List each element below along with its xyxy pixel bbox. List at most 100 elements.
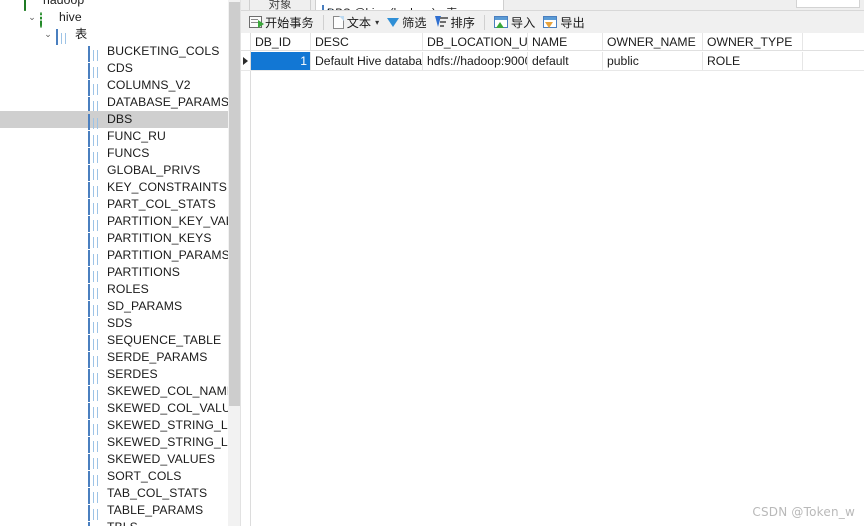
- database-client-window: hadoop ⌄ hive ⌄ 表 BUCKETING_COLS CDS COLUMNS_V2…: [0, 0, 864, 526]
- toolbar-button-label: 筛选: [402, 16, 427, 30]
- column-header-name[interactable]: NAME: [528, 33, 603, 50]
- tree-item--[interactable]: ⌄ 表: [0, 26, 229, 45]
- chevron-down-icon[interactable]: ⌄: [40, 26, 56, 43]
- tree-item-sort-cols[interactable]: SORT_COLS: [0, 468, 229, 487]
- tree-item-serdes[interactable]: SERDES: [0, 366, 229, 385]
- tree-item-label: SERDE_PARAMS: [107, 350, 208, 364]
- tree-item-label: ROLES: [107, 282, 149, 296]
- tree-item-label: TAB_COL_STATS: [107, 486, 208, 500]
- sidebar-vertical-scrollbar-thumb[interactable]: [229, 2, 240, 406]
- tree-item-label: KEY_CONSTRAINTS: [107, 180, 228, 194]
- tree-item-bucketing-cols[interactable]: BUCKETING_COLS: [0, 43, 229, 62]
- tree-item-label: PART_COL_STATS: [107, 197, 216, 211]
- text-document-icon: [332, 15, 344, 29]
- cell-db_location_uri[interactable]: hdfs://hadoop:9000/user/hive/warehouse: [423, 52, 528, 70]
- tree-item-label: hive: [59, 10, 82, 24]
- table-icon: [88, 62, 102, 79]
- table-icon: [88, 436, 102, 453]
- column-header-owner_type[interactable]: OWNER_TYPE: [703, 33, 803, 50]
- transaction-icon: [249, 16, 264, 28]
- tree-item-partition-params[interactable]: PARTITION_PARAMS: [0, 247, 230, 266]
- tree-item-tab-col-stats[interactable]: TAB_COL_STATS: [0, 485, 229, 504]
- table-icon: [88, 147, 102, 164]
- tree-item-funcs[interactable]: FUNCS: [0, 145, 229, 164]
- cell-desc[interactable]: Default Hive database: [311, 52, 423, 70]
- toolbar-button-text-document[interactable]: 文本 ▾: [329, 12, 383, 32]
- tree-item-hive[interactable]: ⌄ hive: [0, 9, 229, 28]
- column-header-owner_name[interactable]: OWNER_NAME: [603, 33, 703, 50]
- table-icon: [88, 266, 102, 283]
- column-header-db_id[interactable]: DB_ID: [251, 33, 311, 50]
- tree-item-table-params[interactable]: TABLE_PARAMS: [0, 502, 229, 521]
- chevron-down-icon[interactable]: ▾: [375, 18, 379, 27]
- tree-item-skewed-col-value-loc-map[interactable]: SKEWED_COL_VALUE_LOC_MAP: [0, 400, 241, 419]
- tree-item-label: SEQUENCE_TABLE: [107, 333, 222, 347]
- grid-row-separator: [241, 70, 864, 71]
- column-header-desc[interactable]: DESC: [311, 33, 423, 50]
- tree-item-label: PARTITION_PARAMS: [107, 248, 230, 262]
- tree-item-tbls[interactable]: TBLS: [0, 519, 229, 526]
- toolbar-button-sort[interactable]: 排序: [431, 12, 479, 32]
- cell-db_id[interactable]: 1: [251, 52, 311, 70]
- watermark: CSDN @Token_w: [752, 505, 855, 519]
- tree-item-sd-params[interactable]: SD_PARAMS: [0, 298, 229, 317]
- tree-item-label: FUNC_RU: [107, 129, 166, 143]
- grid-toolbar: 开始事务 文本 ▾ 筛选 排序 导入 导出: [241, 11, 864, 39]
- cell-owner_name[interactable]: public: [603, 52, 703, 70]
- table-icon: [88, 79, 102, 96]
- tab-strip-right-box[interactable]: [796, 0, 860, 8]
- tree-item-hadoop[interactable]: hadoop: [0, 0, 229, 11]
- toolbar-button-filter-funnel[interactable]: 筛选: [383, 12, 430, 39]
- cell-owner_type[interactable]: ROLE: [703, 52, 803, 70]
- table-icon: [88, 113, 102, 130]
- toolbar-button-transaction[interactable]: 开始事务: [245, 12, 318, 32]
- table-icon: [88, 130, 102, 147]
- toolbar-button-label: 开始事务: [265, 16, 314, 30]
- table-icon: [88, 317, 102, 334]
- toolbar-separator: [483, 14, 485, 30]
- tree-item-skewed-string-list-values[interactable]: SKEWED_STRING_LIST_VALUES: [0, 434, 241, 453]
- chevron-down-icon[interactable]: ⌄: [24, 9, 40, 26]
- tree-item-func-ru[interactable]: FUNC_RU: [0, 128, 229, 147]
- tree-item-partition-keys[interactable]: PARTITION_KEYS: [0, 230, 229, 249]
- tree-item-part-col-stats[interactable]: PART_COL_STATS: [0, 196, 229, 215]
- table-icon: [88, 419, 102, 436]
- table-icon: [88, 232, 102, 249]
- tree-item-skewed-values[interactable]: SKEWED_VALUES: [0, 451, 229, 470]
- tree-item-skewed-string-list[interactable]: SKEWED_STRING_LIST: [0, 417, 241, 436]
- tree-item-global-privs[interactable]: GLOBAL_PRIVS: [0, 162, 229, 181]
- table-icon: [88, 470, 102, 487]
- tree-item-partition-key-vals[interactable]: PARTITION_KEY_VALS: [0, 213, 241, 232]
- toolbar-button-label: 排序: [450, 16, 475, 30]
- tree-item-partitions[interactable]: PARTITIONS: [0, 264, 229, 283]
- cell-name[interactable]: default: [528, 52, 603, 70]
- tree-item-label: SORT_COLS: [107, 469, 182, 483]
- tree-item-label: hadoop: [43, 0, 85, 7]
- tree-item-dbs[interactable]: DBS: [0, 111, 229, 130]
- tree-item-label: SKEWED_VALUES: [107, 452, 216, 466]
- object-tree-sidebar: hadoop ⌄ hive ⌄ 表 BUCKETING_COLS CDS COLUMNS_V2…: [0, 0, 241, 526]
- tree-item-label: PARTITION_KEYS: [107, 231, 212, 245]
- server-icon: [24, 0, 38, 11]
- tree-item-skewed-col-names[interactable]: SKEWED_COL_NAMES: [0, 383, 241, 402]
- tree-item-cds[interactable]: CDS: [0, 60, 229, 79]
- tree-item-roles[interactable]: ROLES: [0, 281, 229, 300]
- column-header-db_location_uri[interactable]: DB_LOCATION_URI: [423, 33, 528, 50]
- tree-item-sequence-table[interactable]: SEQUENCE_TABLE: [0, 332, 229, 351]
- toolbar-separator: [322, 14, 324, 30]
- tree-item-serde-params[interactable]: SERDE_PARAMS: [0, 349, 229, 368]
- main-pane: 对象 DBS @hive (hadoop) - 表✕ 开始事务 文本▾ 筛选 排序 导入…: [241, 0, 864, 526]
- grid-row-header-strip: [241, 33, 251, 526]
- tree-item-database-params[interactable]: DATABASE_PARAMS: [0, 94, 229, 113]
- tree-item-label: COLUMNS_V2: [107, 78, 191, 92]
- table-icon: [56, 28, 70, 45]
- tree-item-label: DBS: [107, 112, 133, 126]
- tree-item-sds[interactable]: SDS: [0, 315, 229, 334]
- tree-item-key-constraints[interactable]: KEY_CONSTRAINTS: [0, 179, 229, 198]
- tree-item-columns-v2[interactable]: COLUMNS_V2: [0, 77, 229, 96]
- table-icon: [88, 351, 102, 368]
- import-icon: [493, 16, 508, 28]
- toolbar-button-export[interactable]: 导出: [539, 12, 588, 32]
- table-row[interactable]: 1 Default Hive database hdfs://hadoop:9000…: [241, 52, 864, 70]
- toolbar-button-import[interactable]: 导入: [490, 12, 539, 32]
